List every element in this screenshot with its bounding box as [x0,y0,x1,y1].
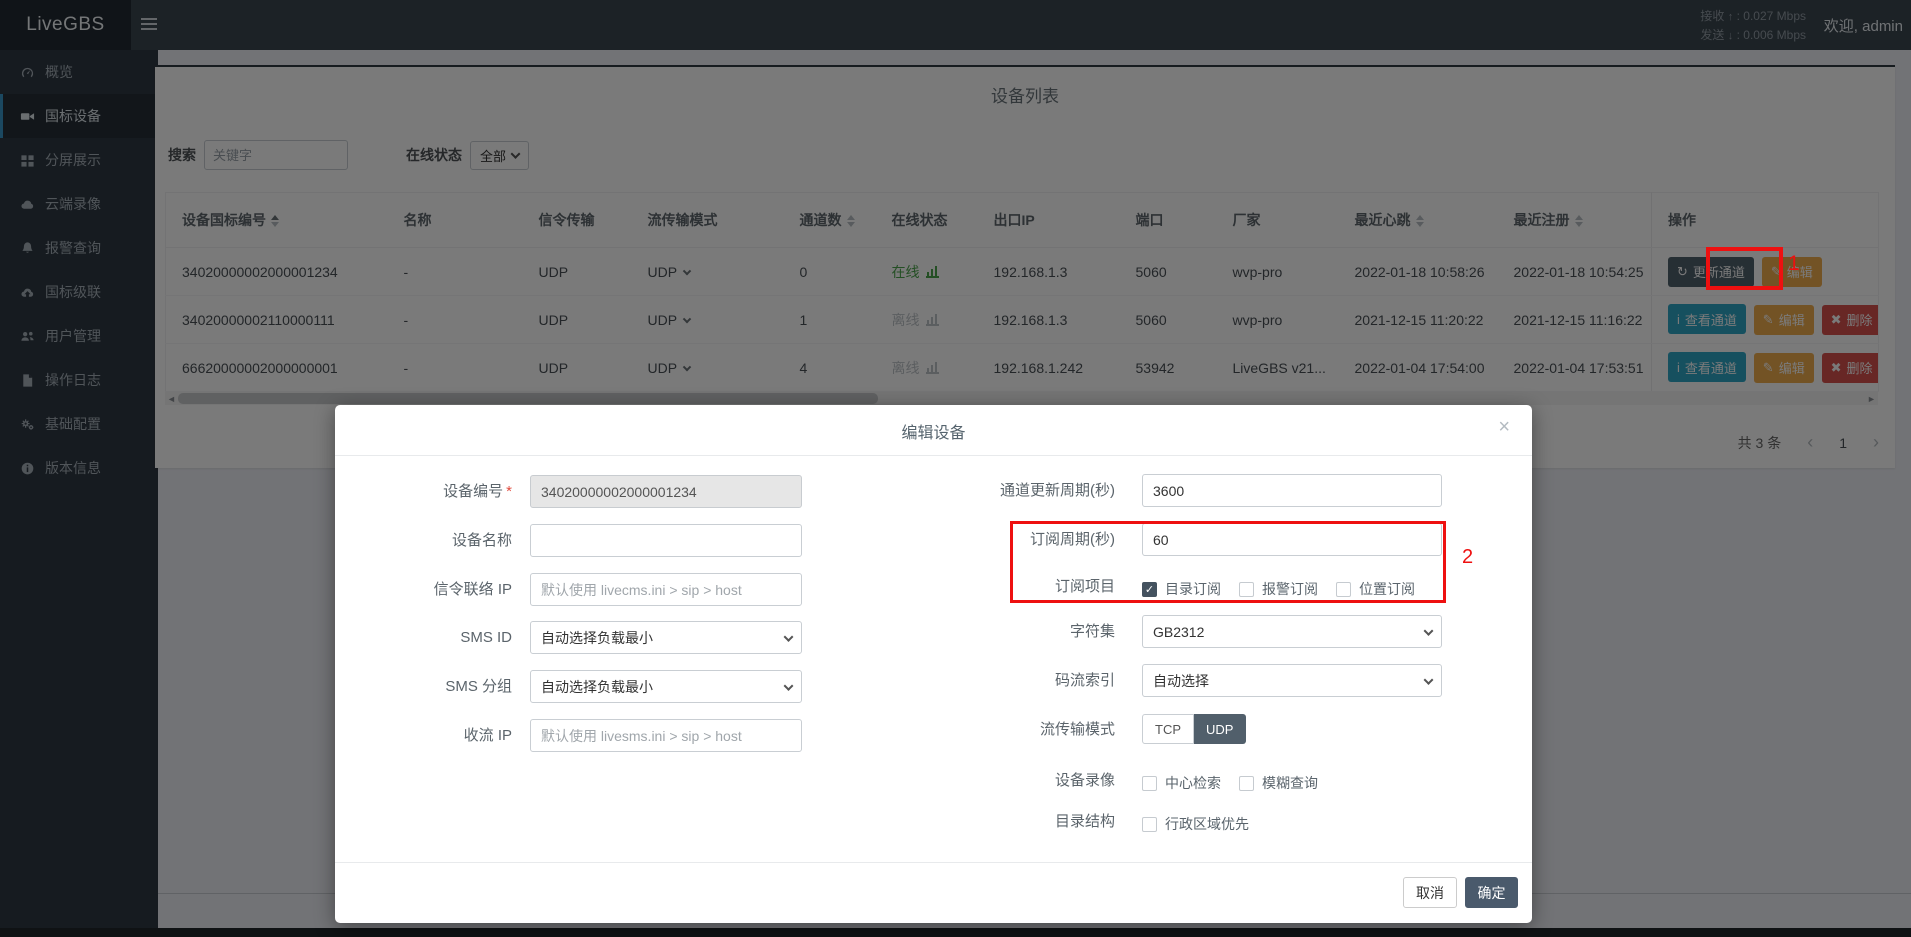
chevron-down-icon [1424,675,1434,685]
field-channel-refresh: 通道更新周期(秒) [335,474,1532,507]
catalog-structure-group: 行政区域优先 [1142,812,1249,836]
tcp-option[interactable]: TCP [1142,714,1194,744]
field-charset: 字符集 GB2312 [335,615,1532,648]
checkbox-admin-region-first[interactable]: 行政区域优先 [1142,814,1249,834]
channel-refresh-input[interactable] [1142,474,1442,507]
stream-mode-label: 流传输模式 [915,713,1115,746]
field-catalog-structure: 目录结构 行政区域优先 [335,808,1532,832]
field-device-record: 设备录像 中心检索 模糊查询 [335,767,1532,791]
stream-index-select[interactable]: 自动选择 [1142,664,1442,697]
field-stream-mode: 流传输模式 TCP UDP [335,713,1532,746]
udp-option[interactable]: UDP [1194,714,1246,744]
edit-device-modal: 编辑设备 × 设备编号* 设备名称 信令联络 IP SMS ID 自动选择负载最… [335,405,1532,923]
field-stream-index: 码流索引 自动选择 [335,664,1532,697]
modal-header-divider [335,455,1532,456]
modal-footer-divider [335,862,1532,863]
annotation-box-step2 [1010,521,1446,603]
device-record-label: 设备录像 [915,767,1115,795]
stream-index-label: 码流索引 [915,664,1115,697]
checkbox-icon [1142,817,1157,832]
chevron-down-icon [1424,626,1434,636]
checkbox-fuzzy-query[interactable]: 模糊查询 [1239,773,1318,793]
confirm-button[interactable]: 确定 [1465,877,1518,908]
annotation-number-2: 2 [1462,546,1473,569]
stream-mode-toggle: TCP UDP [1142,714,1246,744]
device-record-group: 中心检索 模糊查询 [1142,771,1318,795]
checkbox-icon [1142,776,1157,791]
checkbox-center-search[interactable]: 中心检索 [1142,773,1221,793]
annotation-box-step1 [1706,247,1783,290]
charset-label: 字符集 [915,615,1115,648]
modal-title: 编辑设备 [335,419,1532,443]
cancel-button[interactable]: 取消 [1403,877,1457,908]
close-icon[interactable]: × [1498,417,1510,437]
checkbox-icon [1239,776,1254,791]
catalog-structure-label: 目录结构 [915,808,1115,836]
channel-refresh-label: 通道更新周期(秒) [915,474,1115,507]
annotation-number-1: 1 [1788,252,1800,276]
charset-select[interactable]: GB2312 [1142,615,1442,648]
page: LiveGBS 接收 ↑ : 0.027 Mbps 发送 ↓ : 0.006 M… [0,0,1911,937]
